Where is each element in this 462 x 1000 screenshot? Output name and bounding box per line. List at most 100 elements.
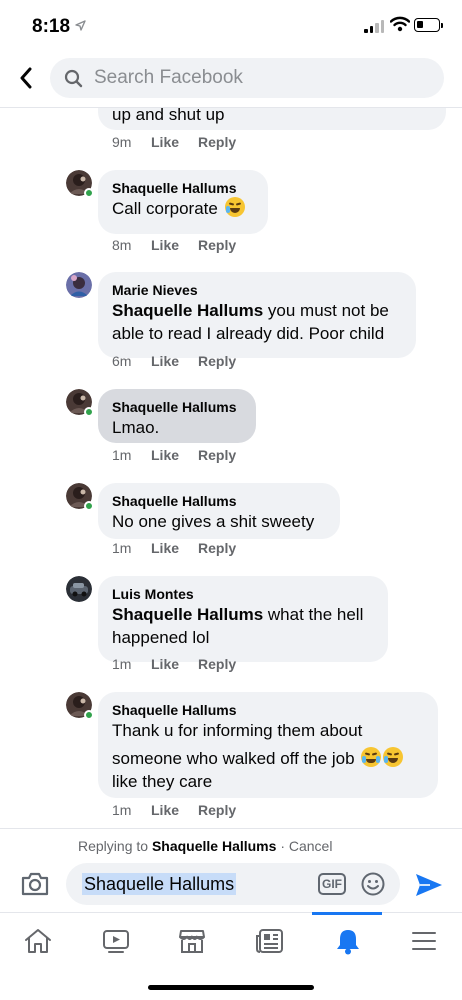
rofl-emoji-icon — [383, 747, 404, 767]
emoji-button[interactable] — [360, 871, 386, 902]
comment-text: Thank u for informing them about — [112, 721, 363, 740]
comment-author[interactable]: Luis Montes — [112, 585, 374, 603]
avatar[interactable] — [66, 692, 94, 720]
reply-button[interactable]: Reply — [198, 802, 236, 818]
comment-text: No one gives a shit sweety — [112, 512, 315, 531]
comment-author[interactable]: Shaquelle Hallums — [112, 492, 326, 510]
comment-time: 6m — [112, 353, 132, 369]
comment-meta: 1m Like Reply — [112, 540, 236, 556]
location-arrow-icon — [75, 20, 86, 31]
comment-list: up and shut up 9m Like Reply Shaquelle H… — [0, 108, 462, 828]
like-button[interactable]: Like — [151, 656, 198, 672]
crying-emoji-icon — [361, 747, 382, 767]
reply-button[interactable]: Reply — [198, 447, 236, 463]
search-icon — [64, 69, 83, 88]
comment-text: like they care — [112, 772, 213, 791]
online-indicator — [84, 188, 94, 198]
rofl-emoji-icon — [224, 197, 245, 217]
tab-marketplace[interactable] — [174, 923, 210, 959]
reply-button[interactable]: Reply — [198, 540, 236, 556]
comment-time: 9m — [112, 134, 132, 150]
tab-home[interactable] — [20, 923, 56, 959]
comment-bubble[interactable]: Shaquelle Hallums Lmao. — [98, 389, 256, 443]
marketplace-icon — [179, 930, 205, 953]
camera-icon — [21, 872, 49, 896]
comment-bubble[interactable]: up and shut up — [98, 108, 446, 130]
avatar[interactable] — [66, 272, 92, 298]
comment-author[interactable]: Shaquelle Hallums — [112, 701, 424, 719]
battery-icon — [414, 18, 443, 32]
search-input[interactable]: Search Facebook — [50, 58, 444, 98]
like-button[interactable]: Like — [151, 802, 198, 818]
comment-bubble[interactable]: Marie Nieves Shaquelle Hallums you must … — [98, 272, 416, 358]
gif-button[interactable]: GIF — [318, 873, 346, 895]
like-button[interactable]: Like — [151, 447, 198, 463]
news-icon — [256, 929, 283, 953]
like-button[interactable]: Like — [151, 540, 198, 556]
like-button[interactable]: Like — [151, 237, 198, 253]
comment-meta: 1m Like Reply — [112, 802, 236, 818]
comment-author[interactable]: Marie Nieves — [112, 281, 402, 299]
bell-icon — [337, 930, 359, 955]
comment-meta: 1m Like Reply — [112, 447, 236, 463]
comment-bubble[interactable]: Shaquelle Hallums Thank u for informing … — [98, 692, 438, 798]
reply-button[interactable]: Reply — [198, 656, 236, 672]
avatar[interactable] — [66, 389, 94, 417]
online-indicator — [84, 407, 94, 417]
send-icon — [416, 874, 442, 896]
comment-time: 1m — [112, 540, 132, 556]
mention-link[interactable]: Shaquelle Hallums — [112, 301, 263, 320]
reply-button[interactable]: Reply — [198, 353, 236, 369]
back-button[interactable] — [12, 64, 40, 92]
mention-link[interactable]: Shaquelle Hallums — [112, 605, 263, 624]
comment-input-value[interactable]: Shaquelle Hallums — [82, 873, 237, 895]
comment-meta: 8m Like Reply — [112, 237, 236, 253]
comment-bubble[interactable]: Luis Montes Shaquelle Hallums what the h… — [98, 576, 388, 662]
menu-icon — [412, 932, 436, 950]
status-time: 8:18 — [32, 16, 71, 37]
like-button[interactable]: Like — [151, 134, 198, 150]
bottom-tab-bar — [0, 912, 462, 970]
cancel-reply-button[interactable]: · Cancel — [280, 838, 332, 854]
avatar[interactable] — [66, 576, 92, 602]
tab-watch[interactable] — [98, 923, 134, 959]
comment-meta: 1m Like Reply — [112, 656, 236, 672]
reply-composer: Replying to Shaquelle Hallums · Cancel S… — [0, 828, 462, 912]
comment-time: 1m — [112, 447, 132, 463]
home-indicator — [148, 985, 314, 990]
avatar[interactable] — [66, 170, 94, 198]
reply-button[interactable]: Reply — [198, 237, 236, 253]
comment-meta: 6m Like Reply — [112, 353, 236, 369]
tab-news[interactable] — [252, 923, 288, 959]
tab-menu[interactable] — [406, 923, 442, 959]
wifi-icon — [390, 16, 410, 32]
home-icon — [25, 929, 51, 953]
like-button[interactable]: Like — [151, 353, 198, 369]
comment-author[interactable]: Shaquelle Hallums — [112, 179, 254, 197]
tab-notifications[interactable] — [330, 923, 366, 959]
watch-icon — [103, 930, 129, 953]
back-icon — [20, 67, 32, 89]
replying-to-label: Replying to Shaquelle Hallums · Cancel — [78, 838, 333, 854]
comment-bubble[interactable]: Shaquelle Hallums No one gives a shit sw… — [98, 483, 340, 539]
comment-input[interactable]: Shaquelle Hallums GIF — [66, 863, 400, 905]
comment-bubble[interactable]: Shaquelle Hallums Call corporate — [98, 170, 268, 234]
replying-to-name[interactable]: Shaquelle Hallums — [152, 838, 276, 854]
smile-icon — [361, 872, 385, 896]
reply-button[interactable]: Reply — [198, 134, 236, 150]
comment-time: 1m — [112, 656, 132, 672]
send-button[interactable] — [414, 872, 444, 903]
comment-time: 1m — [112, 802, 132, 818]
cell-signal-icon — [364, 19, 384, 33]
online-indicator — [84, 710, 94, 720]
header: Search Facebook — [0, 52, 462, 108]
avatar[interactable] — [66, 483, 94, 511]
comment-time: 8m — [112, 237, 132, 253]
status-bar: 8:18 — [0, 0, 462, 52]
comment-text: up and shut up — [112, 108, 225, 124]
comment-text: someone who walked off the job — [112, 749, 355, 768]
comment-text: Call corporate — [112, 199, 218, 218]
online-indicator — [84, 501, 94, 511]
camera-button[interactable] — [20, 871, 50, 902]
comment-author[interactable]: Shaquelle Hallums — [112, 398, 242, 416]
